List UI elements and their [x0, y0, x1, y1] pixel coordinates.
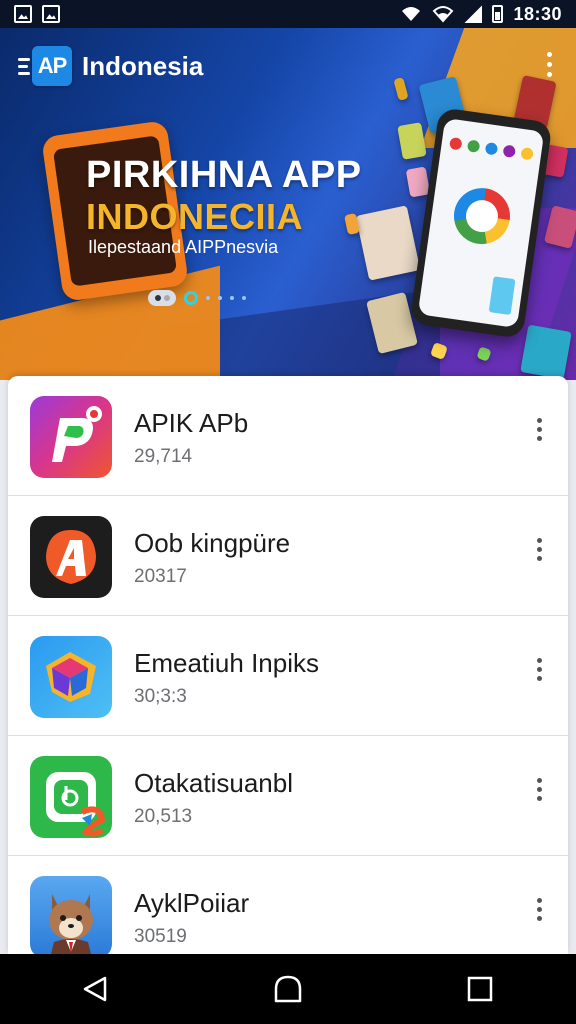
app-list: APIK APb 29,714 Oob kingpüre 20317 Emeat…	[8, 376, 568, 954]
b-logo-icon	[30, 756, 112, 838]
row-menu-icon[interactable]	[537, 418, 542, 441]
row-menu-icon[interactable]	[537, 778, 542, 801]
home-icon	[274, 975, 302, 1003]
navigation-bar	[0, 954, 576, 1024]
row-menu-icon[interactable]	[537, 658, 542, 681]
back-button[interactable]	[66, 959, 126, 1019]
floating-card	[355, 205, 421, 281]
more-options-icon[interactable]	[547, 52, 552, 77]
app-size: 20,513	[134, 806, 193, 827]
app-name: APIK APb	[134, 408, 249, 438]
status-left	[14, 5, 60, 23]
list-item[interactable]: Emeatiuh Inpiks 30;3:3	[8, 616, 568, 736]
app-size: 30;3:3	[134, 686, 187, 707]
floating-card	[397, 122, 427, 160]
chrome-like-icon	[450, 184, 514, 248]
p-logo-icon	[30, 396, 112, 478]
app-name: Otakatisuanbl	[134, 768, 293, 798]
wifi-alt-icon	[433, 6, 454, 23]
row-menu-icon[interactable]	[537, 538, 542, 561]
status-time: 18:30	[513, 3, 562, 24]
app-name: AyklPoiiar	[134, 888, 250, 918]
status-right: 18:30	[400, 4, 562, 25]
app-bar: AP Indonesia	[0, 28, 576, 104]
a-logo-icon	[30, 516, 112, 598]
row-menu-icon[interactable]	[537, 898, 542, 921]
wifi-icon	[402, 7, 421, 21]
signal-icon	[464, 5, 483, 23]
menu-icon[interactable]	[18, 57, 30, 75]
list-item[interactable]: Otakatisuanbl 20,513	[8, 736, 568, 856]
battery-icon	[492, 5, 504, 23]
pager-dot	[184, 291, 198, 305]
hero-headline: PIRKIHNA APP	[86, 154, 362, 196]
list-item[interactable]: Oob kingpüre 20317	[8, 496, 568, 616]
app-name: Oob kingpüre	[134, 528, 291, 558]
app-size: 20317	[134, 566, 187, 587]
image-notification-icon	[14, 5, 32, 23]
hero-banner[interactable]: AP Indonesia PIRKIHNA APP INDONECIIA Ile…	[0, 28, 576, 380]
list-item[interactable]: AyklPoiiar 30519	[8, 856, 568, 954]
list-item[interactable]: APIK APb 29,714	[8, 376, 568, 496]
pager-dot	[230, 296, 234, 300]
pager-dot	[242, 296, 246, 300]
pager-dot	[206, 296, 210, 300]
gem-logo-icon	[30, 636, 112, 718]
status-bar: 18:30	[0, 0, 576, 28]
app-name: Emeatiuh Inpiks	[134, 648, 319, 678]
photo-notification-icon	[42, 5, 60, 23]
app-title: Indonesia	[82, 50, 204, 81]
hero-subheadline: INDONECIIA	[86, 196, 304, 237]
carousel-indicator[interactable]	[148, 290, 246, 306]
floating-card	[520, 324, 572, 380]
home-button[interactable]	[258, 959, 318, 1019]
hero-tagline: Ilepestaand AIPPnesvia	[88, 237, 279, 257]
pager-current	[148, 290, 176, 306]
pager-dot	[218, 296, 222, 300]
app-size: 29,714	[134, 446, 193, 467]
recents-square-icon	[467, 976, 493, 1002]
app-size: 30519	[134, 926, 187, 947]
fox-avatar-icon	[30, 876, 112, 954]
back-triangle-icon	[83, 976, 107, 1002]
app-logo: AP	[32, 46, 72, 86]
recents-button[interactable]	[450, 959, 510, 1019]
